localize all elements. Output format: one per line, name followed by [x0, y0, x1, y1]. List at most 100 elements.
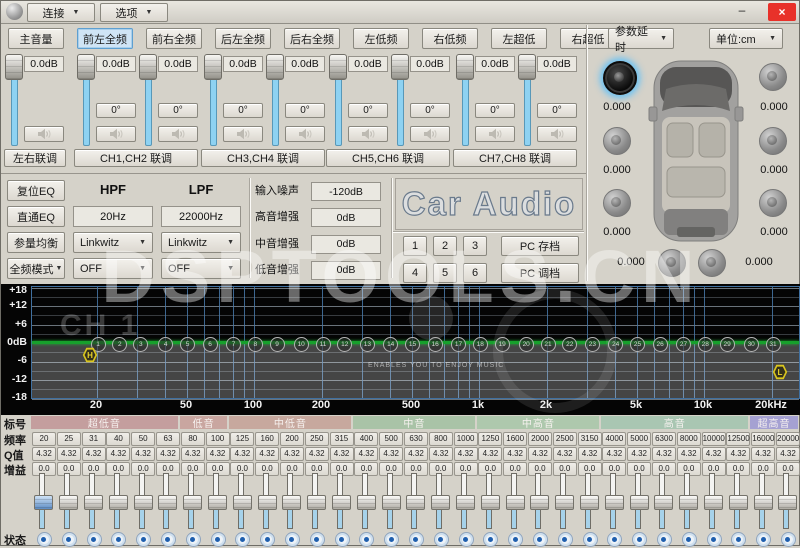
band-fader-handle[interactable] [307, 495, 326, 510]
q-cell[interactable]: 4.32 [57, 447, 81, 461]
fader-handle[interactable] [5, 54, 23, 80]
band-fader[interactable] [530, 473, 548, 529]
band-fader[interactable] [34, 473, 52, 529]
freq-cell[interactable]: 25 [57, 432, 81, 446]
q-cell[interactable]: 4.32 [230, 447, 254, 461]
band-fader-handle[interactable] [704, 495, 723, 510]
eq-point-24[interactable]: 24 [608, 337, 623, 352]
freq-cell[interactable]: 50 [131, 432, 155, 446]
band-status-radio[interactable] [260, 532, 275, 547]
band-fader[interactable] [555, 473, 573, 529]
phase-button-ch3[interactable]: 0° [223, 103, 263, 118]
band-fader[interactable] [357, 473, 375, 529]
freq-cell[interactable]: 1000 [454, 432, 478, 446]
band-fader[interactable] [282, 473, 300, 529]
band-fader[interactable] [456, 473, 474, 529]
pc-save-button[interactable]: PC 存档 [501, 236, 579, 256]
q-cell[interactable]: 4.32 [553, 447, 577, 461]
eq-point-21[interactable]: 21 [541, 337, 556, 352]
q-cell[interactable]: 4.32 [354, 447, 378, 461]
band-fader-handle[interactable] [258, 495, 277, 510]
mute-button-ch1[interactable] [96, 126, 136, 142]
band-status-radio[interactable] [632, 532, 647, 547]
q-cell[interactable]: 4.32 [429, 447, 453, 461]
speaker-sub-right[interactable] [698, 249, 726, 277]
band-status-radio[interactable] [235, 532, 250, 547]
fader-handle[interactable] [77, 54, 95, 80]
eq-point-16[interactable]: 16 [428, 337, 443, 352]
band-status-radio[interactable] [583, 532, 598, 547]
eq-point-5[interactable]: 5 [180, 337, 195, 352]
band-status-radio[interactable] [285, 532, 300, 547]
band-status-radio[interactable] [483, 532, 498, 547]
hpf-state-dropdown[interactable]: OFF▼ [73, 258, 153, 279]
band-status-radio[interactable] [384, 532, 399, 547]
band-fader[interactable] [704, 473, 722, 529]
band-status-radio[interactable] [707, 532, 722, 547]
band-fader[interactable] [778, 473, 796, 529]
band-fader[interactable] [84, 473, 102, 529]
q-cell[interactable]: 4.32 [528, 447, 552, 461]
speaker-rear-left[interactable] [603, 189, 631, 217]
band-fader[interactable] [630, 473, 648, 529]
band-fader-handle[interactable] [282, 495, 301, 510]
tab-front-right[interactable]: 前右全频 [146, 28, 202, 49]
q-cell[interactable]: 4.32 [305, 447, 329, 461]
band-fader-handle[interactable] [654, 495, 673, 510]
q-cell[interactable]: 4.32 [379, 447, 403, 461]
band-fader[interactable] [158, 473, 176, 529]
eq-point-9[interactable]: 9 [270, 337, 285, 352]
band-fader-handle[interactable] [357, 495, 376, 510]
speaker-front-left[interactable] [603, 61, 637, 95]
band-fader[interactable] [307, 473, 325, 529]
eq-plot-area[interactable]: 1234567891011121314151617181920212223242… [31, 286, 800, 399]
band-fader[interactable] [382, 473, 400, 529]
band-fader[interactable] [183, 473, 201, 529]
phase-button-ch4[interactable]: 0° [285, 103, 325, 118]
freq-cell[interactable]: 10000 [702, 432, 726, 446]
eq-point-26[interactable]: 26 [653, 337, 668, 352]
speaker-sub-left[interactable] [658, 249, 686, 277]
band-fader-handle[interactable] [530, 495, 549, 510]
band-fader-handle[interactable] [754, 495, 773, 510]
minimize-button[interactable]: – [733, 4, 751, 19]
band-status-radio[interactable] [756, 532, 771, 547]
eq-point-31[interactable]: 31 [766, 337, 781, 352]
mute-button-ch7[interactable] [475, 126, 515, 142]
band-fader-handle[interactable] [580, 495, 599, 510]
fader-ch6[interactable] [390, 54, 408, 146]
fader-ch1[interactable] [76, 54, 94, 146]
speaker-mid-left[interactable] [603, 127, 631, 155]
q-cell[interactable]: 4.32 [82, 447, 106, 461]
bypass-eq-button[interactable]: 直通EQ [7, 206, 65, 227]
q-cell[interactable]: 4.32 [156, 447, 180, 461]
preset-4-button[interactable]: 4 [403, 263, 427, 283]
eq-point-11[interactable]: 11 [316, 337, 331, 352]
freq-cell[interactable]: 20 [32, 432, 56, 446]
band-status-radio[interactable] [37, 532, 52, 547]
band-fader[interactable] [580, 473, 598, 529]
tab-front-left[interactable]: 前左全频 [77, 28, 133, 49]
eq-point-20[interactable]: 20 [519, 337, 534, 352]
eq-point-13[interactable]: 13 [360, 337, 375, 352]
band-fader[interactable] [109, 473, 127, 529]
parametric-eq-button[interactable]: 参量均衡 [7, 232, 65, 253]
freq-cell[interactable]: 12500 [726, 432, 750, 446]
lpf-freq-field[interactable]: 22000Hz [161, 206, 241, 227]
band-status-radio[interactable] [310, 532, 325, 547]
band-status-radio[interactable] [508, 532, 523, 547]
eq-point-8[interactable]: 8 [248, 337, 263, 352]
freq-cell[interactable]: 250 [305, 432, 329, 446]
band-status-radio[interactable] [161, 532, 176, 547]
band-fader[interactable] [506, 473, 524, 529]
eq-point-2[interactable]: 2 [112, 337, 127, 352]
phase-button-ch5[interactable]: 0° [348, 103, 388, 118]
band-status-radio[interactable] [409, 532, 424, 547]
q-cell[interactable]: 4.32 [702, 447, 726, 461]
band-status-radio[interactable] [359, 532, 374, 547]
close-button[interactable]: × [768, 3, 796, 21]
band-fader-handle[interactable] [382, 495, 401, 510]
freq-cell[interactable]: 315 [330, 432, 354, 446]
band-fader-handle[interactable] [481, 495, 500, 510]
band-fader[interactable] [754, 473, 772, 529]
